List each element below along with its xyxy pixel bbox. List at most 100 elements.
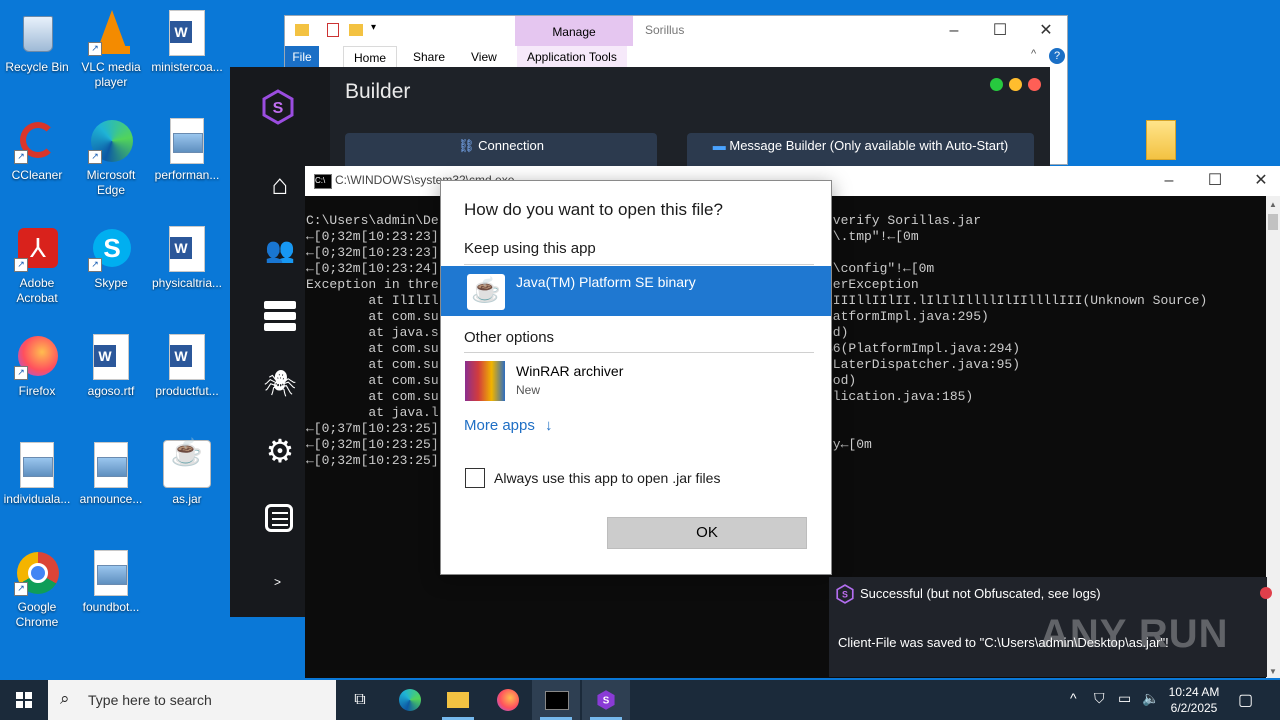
sorillus-taskbar-icon[interactable]: S <box>582 680 630 720</box>
ccleaner-icon: ↗ <box>14 118 60 164</box>
desktop-icon-individuala[interactable]: individuala... <box>0 438 74 507</box>
bug-icon[interactable]: 🕷 <box>262 365 298 401</box>
tab-message-builder[interactable]: ▬ Message Builder (Only available with A… <box>687 133 1034 169</box>
chrome-icon: ↗ <box>14 550 60 596</box>
word-file-icon: W <box>93 334 129 380</box>
tab-share[interactable]: Share <box>403 46 455 68</box>
desktop-icon-performan[interactable]: performan... <box>150 114 224 183</box>
search-icon: ⌕ <box>60 689 70 708</box>
desktop-icon-skype[interactable]: S ↗ Skype <box>74 222 148 291</box>
close-dot-icon[interactable] <box>1260 587 1272 599</box>
desktop-icon-productfut[interactable]: W productfut... <box>150 330 224 399</box>
desktop-icon-ccleaner[interactable]: ↗ CCleaner <box>0 114 74 183</box>
home-icon[interactable]: ⌂ <box>262 167 298 203</box>
scroll-up-icon[interactable]: ▲ <box>1269 200 1277 209</box>
search-box[interactable]: ⌕ Type here to search <box>48 680 336 720</box>
firefox-taskbar-icon[interactable] <box>484 680 532 720</box>
explorer-titlebar: ▾ Manage Sorillus – ☐ ✕ <box>285 16 1067 46</box>
desktop-icon-foundbot[interactable]: foundbot... <box>74 546 148 615</box>
word-file-icon: W <box>169 334 205 380</box>
desktop-icon-agoso[interactable]: W agoso.rtf <box>74 330 148 399</box>
keep-using-label: Keep using this app <box>464 240 596 257</box>
tab-application-tools[interactable]: Application Tools <box>517 46 627 68</box>
dialog-heading: How do you want to open this file? <box>464 200 723 219</box>
close-icon[interactable]: ✕ <box>1238 166 1280 196</box>
word-file-icon: W <box>169 226 205 272</box>
vlc-icon: ↗ <box>88 10 134 56</box>
help-icon[interactable]: ? <box>1049 48 1065 64</box>
scroll-down-icon[interactable]: ▼ <box>1269 667 1277 676</box>
always-use-checkbox[interactable] <box>465 468 485 488</box>
users-icon[interactable]: 👥 <box>262 233 298 269</box>
task-view-icon[interactable]: ⧉ <box>336 680 384 720</box>
defender-icon[interactable]: ⛉ <box>1094 690 1105 707</box>
file-explorer-taskbar-icon[interactable] <box>434 680 482 720</box>
scroll-thumb[interactable] <box>1268 214 1278 230</box>
winrar-icon <box>465 361 505 401</box>
folder-icon[interactable] <box>1146 120 1176 160</box>
word-file-icon: W <box>169 10 205 56</box>
tab-home[interactable]: Home <box>343 46 398 69</box>
window-title: Sorillus <box>645 23 685 37</box>
maximize-icon[interactable]: ☐ <box>977 16 1023 46</box>
properties-icon[interactable] <box>327 23 339 37</box>
desktop-icon-vlc[interactable]: ↗ VLC media player <box>74 6 148 90</box>
maximize-icon[interactable]: ☐ <box>1192 166 1238 196</box>
folder-icon <box>295 24 309 36</box>
cmd-output-right: overify Sorillas.jar s\.tmp"!←[0m s\conf… <box>825 213 1208 452</box>
close-icon[interactable]: ✕ <box>1023 16 1069 46</box>
image-file-icon <box>94 550 128 596</box>
green-window-dot-icon[interactable] <box>990 78 1003 91</box>
show-hidden-icons-icon[interactable]: ^ <box>1070 690 1077 706</box>
server-icon[interactable] <box>262 299 298 335</box>
cmd-scrollbar[interactable]: ▲ ▼ <box>1266 196 1280 678</box>
sorillus-logo-icon: S <box>835 584 855 604</box>
notifications-icon[interactable]: ▢ <box>1238 690 1253 710</box>
manage-context-tab[interactable]: Manage <box>515 16 633 46</box>
volume-icon[interactable]: 🔈 <box>1142 690 1159 707</box>
other-options-label: Other options <box>464 329 555 346</box>
desktop-icon-adobe-acrobat[interactable]: ⅄ ↗ Adobe Acrobat <box>0 222 74 306</box>
desktop-icon-announce[interactable]: announce... <box>74 438 148 507</box>
clock[interactable]: 10:24 AM 6/2/2025 <box>1162 684 1226 716</box>
desktop-icon-ministercoa[interactable]: W ministercoa... <box>150 6 224 75</box>
recycle-bin-icon <box>14 10 60 56</box>
windows-start-icon[interactable] <box>0 680 48 720</box>
desktop-icon-physicaltria[interactable]: W physicaltria... <box>150 222 224 291</box>
gear-icon[interactable]: ⚙ <box>262 433 298 469</box>
desktop-icon-google-chrome[interactable]: ↗ Google Chrome <box>0 546 74 630</box>
firefox-icon: ↗ <box>14 334 60 380</box>
app-option-winrar[interactable]: WinRAR archiver New <box>441 355 831 405</box>
expand-sidebar-button[interactable]: > <box>274 575 281 589</box>
tab-view[interactable]: View <box>461 46 507 68</box>
desktop-icon-microsoft-edge[interactable]: ↗ Microsoft Edge <box>74 114 148 198</box>
cmd-output: C:\Users\admin\De ←[0;32m[10:23:23] ←[0;… <box>306 213 439 468</box>
red-window-dot-icon[interactable] <box>1028 78 1041 91</box>
desktop-icon-recycle-bin[interactable]: Recycle Bin <box>0 6 74 75</box>
ok-button[interactable]: OK <box>607 517 807 549</box>
more-apps-link[interactable]: More apps ↓ <box>464 417 553 434</box>
tab-connection[interactable]: ⛓ Connection <box>345 133 657 169</box>
edge-taskbar-icon[interactable] <box>386 680 434 720</box>
cmd-taskbar-icon[interactable] <box>532 680 580 720</box>
acrobat-icon: ⅄ ↗ <box>14 226 60 272</box>
collapse-ribbon-icon[interactable]: ^ <box>1031 48 1036 60</box>
open-with-dialog[interactable]: How do you want to open this file? Keep … <box>440 180 832 575</box>
edge-icon: ↗ <box>88 118 134 164</box>
tab-file[interactable]: File <box>285 46 319 68</box>
network-icon[interactable]: ▭ <box>1118 690 1131 707</box>
desktop-icon-as-jar[interactable]: ☕ as.jar <box>150 436 224 507</box>
svg-text:S: S <box>273 100 284 117</box>
ribbon-tabs: File Home Share View Application Tools ^… <box>285 46 1067 69</box>
new-folder-icon[interactable] <box>349 24 363 36</box>
list-icon[interactable] <box>262 501 298 537</box>
app-option-java[interactable]: ☕ Java(TM) Platform SE binary <box>441 266 831 316</box>
minimize-icon[interactable]: – <box>1146 166 1192 196</box>
image-file-icon <box>94 442 128 488</box>
yellow-window-dot-icon[interactable] <box>1009 78 1022 91</box>
cmd-icon: C:\ <box>314 174 332 189</box>
quick-access-dropdown-icon[interactable]: ▾ <box>371 22 376 33</box>
builder-title: Builder <box>345 80 411 103</box>
desktop-icon-firefox[interactable]: ↗ Firefox <box>0 330 74 399</box>
minimize-icon[interactable]: – <box>931 16 977 46</box>
